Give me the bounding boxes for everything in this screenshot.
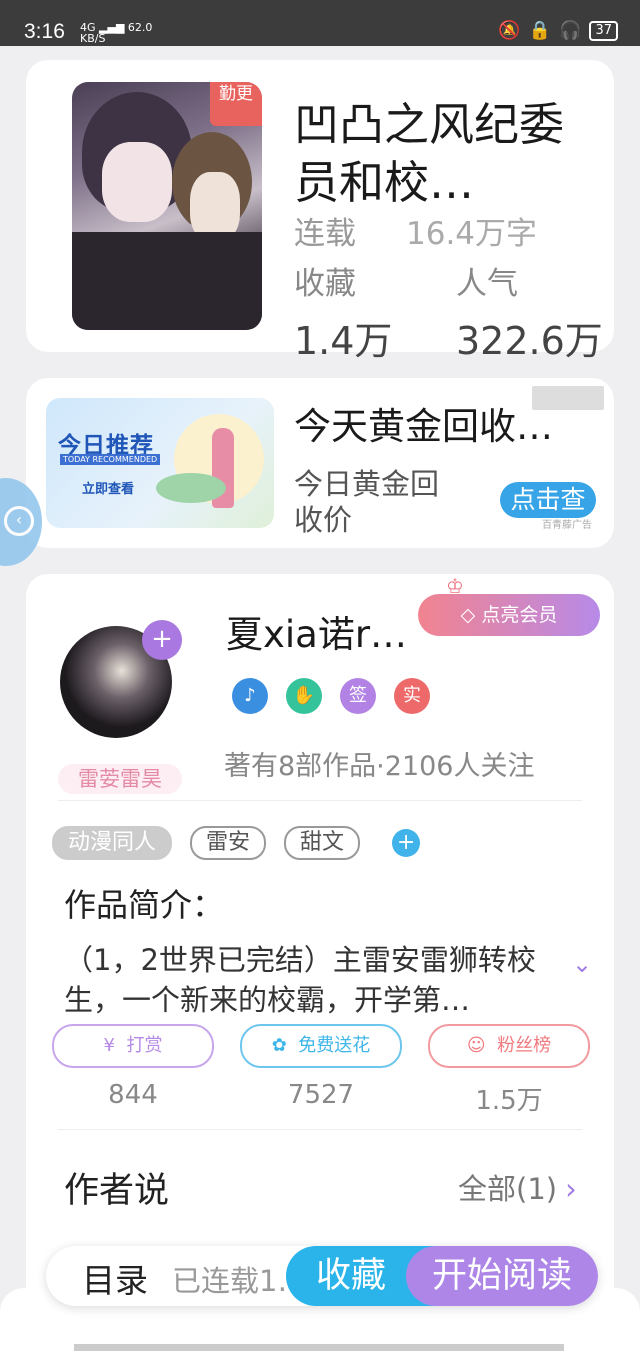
book-status: 连载	[294, 216, 356, 252]
book-info-card: 勤更 凹凸之风纪委员和校… 连载 16.4万字 收藏 人气 1.4万 322.6…	[26, 60, 614, 363]
status-time: 3:16	[24, 20, 65, 43]
start-reading-button[interactable]: 开始阅读	[406, 1246, 598, 1306]
divider	[58, 1129, 582, 1130]
handshake-medal-icon[interactable]: ✋	[286, 678, 322, 714]
battery-icon: 37	[589, 20, 618, 41]
author-medals: ♪ ✋ 签 实	[232, 678, 430, 714]
favorites-label: 收藏	[294, 266, 356, 302]
headset-icon: 🎧	[559, 20, 582, 41]
ad-subtitle: 今日黄金回收价	[294, 467, 440, 537]
author-name[interactable]: 夏xia诺r…	[226, 604, 407, 658]
chevron-right-icon: ›	[565, 1172, 577, 1206]
book-title: 凹凸之风纪委员和校…	[294, 98, 565, 209]
add-tag-icon[interactable]: +	[392, 829, 421, 857]
favorites-value: 1.4万	[294, 319, 393, 363]
ad-banner-image[interactable]: 今日推荐 TODAY RECOMMENDED 立即查看	[46, 398, 274, 528]
bottom-action-bar: 目录 已连载1… 收藏 开始阅读	[46, 1246, 598, 1306]
tag-chip[interactable]: 甜文	[284, 826, 361, 860]
toc-button[interactable]: 目录	[82, 1254, 148, 1302]
intro-heading: 作品简介：	[64, 886, 225, 924]
tip-count: 844	[108, 1080, 158, 1110]
author-detail-card: + 雷荌雷昊 夏xia诺r… ♔ ◇ 点亮会员 ♪ ✋ 签 实 著有8部作品·2…	[26, 574, 614, 1334]
lock-icon: 🔒	[528, 20, 552, 41]
tag-list: 动漫同人 雷安 甜文 +	[52, 826, 421, 860]
ad-banner-subtitle: TODAY RECOMMENDED	[60, 454, 161, 465]
fan-icon: ☺	[466, 1035, 486, 1056]
sign-medal-icon[interactable]: 签	[340, 678, 376, 714]
popularity-label: 人气	[456, 266, 518, 302]
flower-count: 7527	[287, 1080, 355, 1110]
author-says-all-link[interactable]: 全部(1) ›	[458, 1166, 577, 1208]
fan-count: 1.5万	[475, 1086, 543, 1116]
book-word-count: 16.4万字	[406, 216, 538, 252]
flower-icon: ✿	[271, 1035, 287, 1056]
status-bar: 3:16 4G ▂▄▆ 62.0 KB/S 🔕 🔒 🎧 37	[0, 0, 640, 46]
status-icons: 🔕 🔒 🎧 37	[498, 20, 618, 41]
tag-chip[interactable]: 动漫同人	[52, 826, 173, 860]
ad-close-icon[interactable]	[532, 386, 604, 410]
ad-source-label: 百青藤广告	[542, 520, 592, 531]
tip-button[interactable]: ¥ 打赏	[52, 1024, 214, 1068]
tag-chip[interactable]: 雷安	[190, 826, 267, 860]
free-flower-button[interactable]: ✿ 免费送花	[240, 1024, 402, 1068]
back-arrow-icon: ‹	[4, 506, 34, 536]
yen-icon: ¥	[103, 1035, 115, 1056]
ad-card[interactable]: 今日推荐 TODAY RECOMMENDED 立即查看 今天黄金回收… 今日黄金…	[26, 378, 614, 548]
author-badge: 雷荌雷昊	[58, 764, 182, 794]
real-name-medal-icon[interactable]: 实	[394, 678, 430, 714]
network-indicator: 4G ▂▄▆ 62.0 KB/S	[80, 21, 153, 45]
author-says-heading: 作者说	[64, 1171, 170, 1211]
fan-rank-button[interactable]: ☺ 粉丝榜	[428, 1024, 590, 1068]
ad-banner-cta: 立即查看	[82, 482, 135, 497]
divider	[58, 800, 582, 801]
author-stats: 著有8部作品·2106人关注	[224, 751, 535, 782]
chevron-down-icon[interactable]: ⌄	[572, 950, 592, 978]
intro-text[interactable]: （1，2世界已完结）主雷安雷狮转校生，一个新来的校霸，开学第…	[64, 940, 564, 1020]
music-medal-icon[interactable]: ♪	[232, 678, 268, 714]
ad-title: 今天黄金回收…	[294, 405, 553, 448]
bottom-divider	[74, 1344, 564, 1351]
popularity-value: 322.6万	[456, 319, 603, 363]
follow-plus-icon[interactable]: +	[142, 620, 182, 660]
ad-action-button[interactable]: 点击查	[500, 482, 596, 518]
book-cover[interactable]: 勤更	[72, 82, 262, 330]
mute-icon: 🔕	[498, 20, 521, 41]
cover-update-tag: 勤更	[210, 82, 262, 126]
vip-button[interactable]: ◇ 点亮会员	[418, 594, 600, 636]
diamond-icon: ◇	[460, 604, 476, 626]
